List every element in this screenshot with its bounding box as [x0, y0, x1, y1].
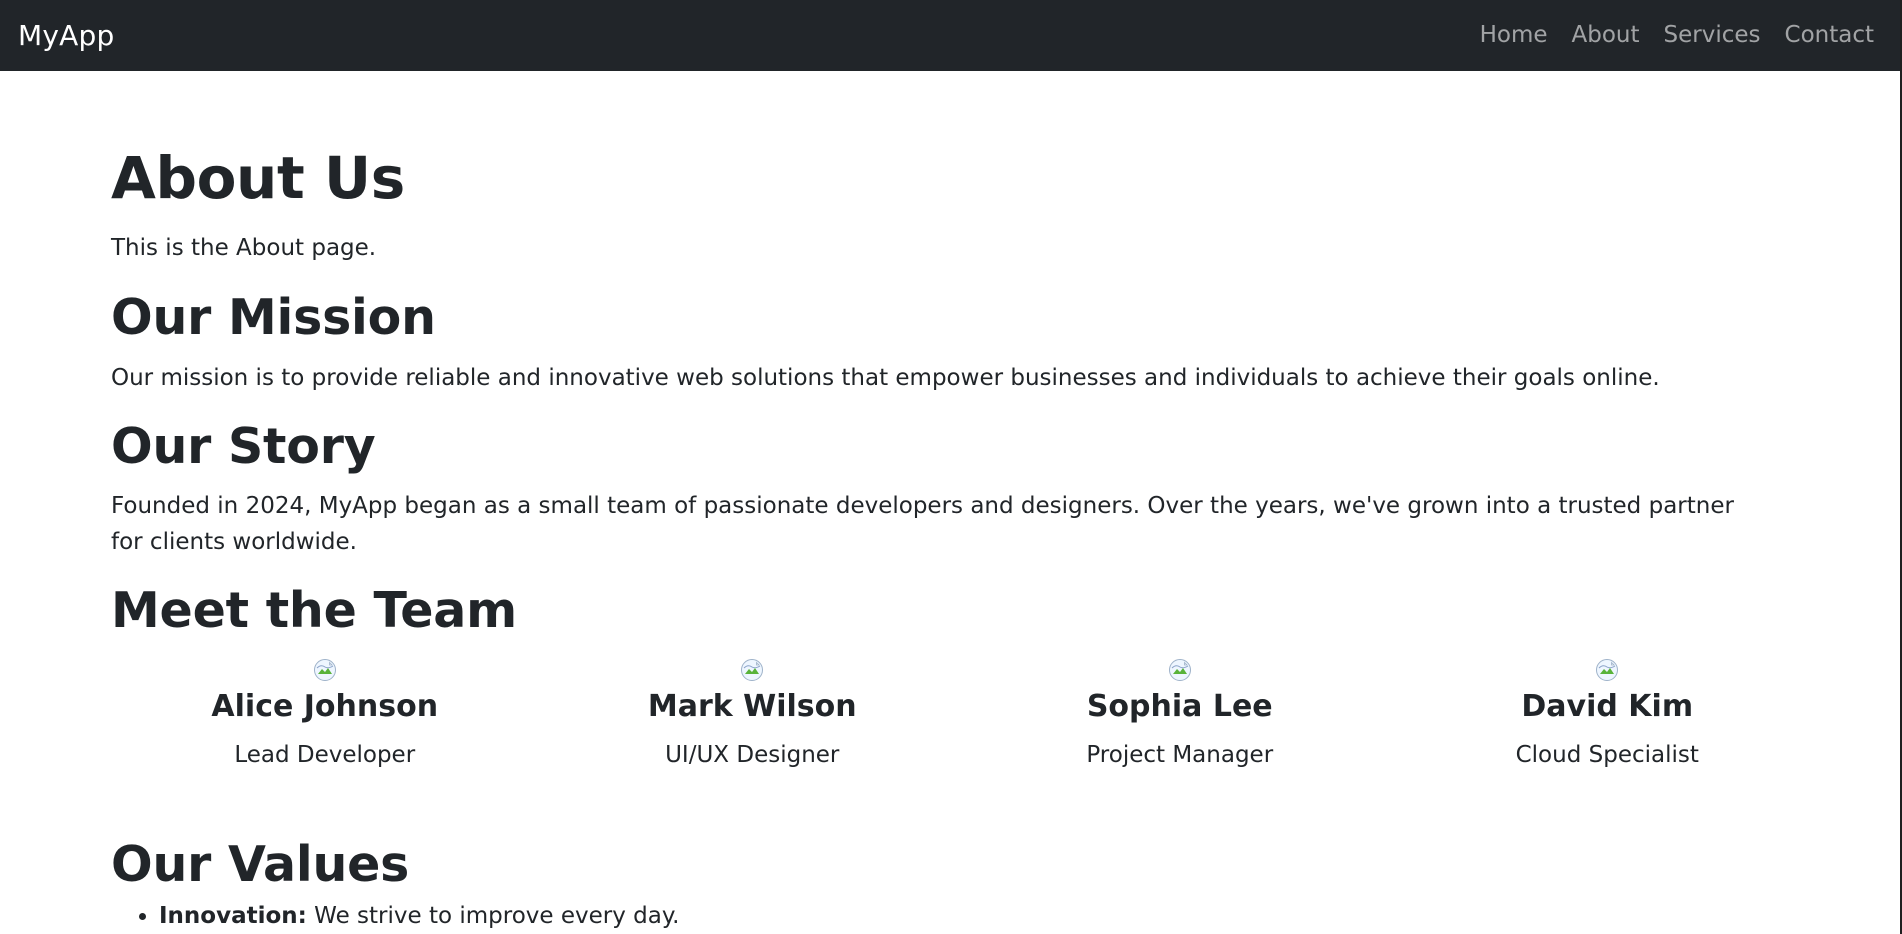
team-member-card: Mark Wilson UI/UX Designer	[539, 658, 967, 770]
team-grid: Alice Johnson Lead Developer Mark Wilson…	[111, 658, 1821, 768]
values-list: Innovation: We strive to improve every d…	[111, 899, 1759, 934]
page-title: About Us	[111, 144, 405, 212]
brand-link[interactable]: MyApp	[18, 21, 114, 50]
member-role: Lead Developer	[234, 742, 416, 768]
member-role: Project Manager	[1086, 742, 1274, 768]
member-role: UI/UX Designer	[665, 742, 840, 768]
story-text: Founded in 2024, MyApp began as a small …	[111, 493, 1734, 555]
value-item: Innovation: We strive to improve every d…	[159, 899, 1759, 934]
nav-link-services[interactable]: Services	[1664, 24, 1761, 47]
broken-image-icon	[313, 659, 336, 681]
member-name: Sophia Lee	[1086, 689, 1273, 724]
broken-image-icon	[1168, 659, 1191, 681]
member-name: Alice Johnson	[211, 689, 439, 724]
main-content: About Us This is the About page. Our Mis…	[111, 71, 1801, 934]
team-heading: Meet the Team	[111, 582, 517, 639]
team-member-card: Alice Johnson Lead Developer	[111, 658, 539, 770]
value-text: We strive to improve every day.	[306, 903, 680, 929]
broken-image-icon	[1596, 659, 1619, 681]
member-name: Mark Wilson	[647, 689, 857, 724]
team-member-card: Sophia Lee Project Manager	[966, 658, 1394, 770]
story-heading: Our Story	[111, 418, 376, 475]
nav-link-contact[interactable]: Contact	[1785, 24, 1874, 47]
member-role: Cloud Specialist	[1515, 742, 1699, 768]
page: MyApp Home About Services Contact About …	[0, 0, 1902, 934]
mission-heading: Our Mission	[111, 289, 436, 346]
mission-text: Our mission is to provide reliable and i…	[111, 365, 1660, 391]
values-heading: Our Values	[111, 836, 410, 893]
broken-image-icon	[741, 659, 764, 681]
intro-text: This is the About page.	[111, 235, 377, 261]
nav-link-about[interactable]: About	[1572, 24, 1640, 47]
member-name: David Kim	[1521, 689, 1694, 724]
value-label: Innovation:	[159, 903, 307, 929]
nav-links: Home About Services Contact	[1480, 24, 1874, 47]
browser-viewport: MyApp Home About Services Contact About …	[0, 0, 1900, 934]
top-navbar: MyApp Home About Services Contact	[0, 0, 1900, 71]
team-member-card: David Kim Cloud Specialist	[1394, 658, 1822, 770]
nav-link-home[interactable]: Home	[1480, 24, 1548, 47]
